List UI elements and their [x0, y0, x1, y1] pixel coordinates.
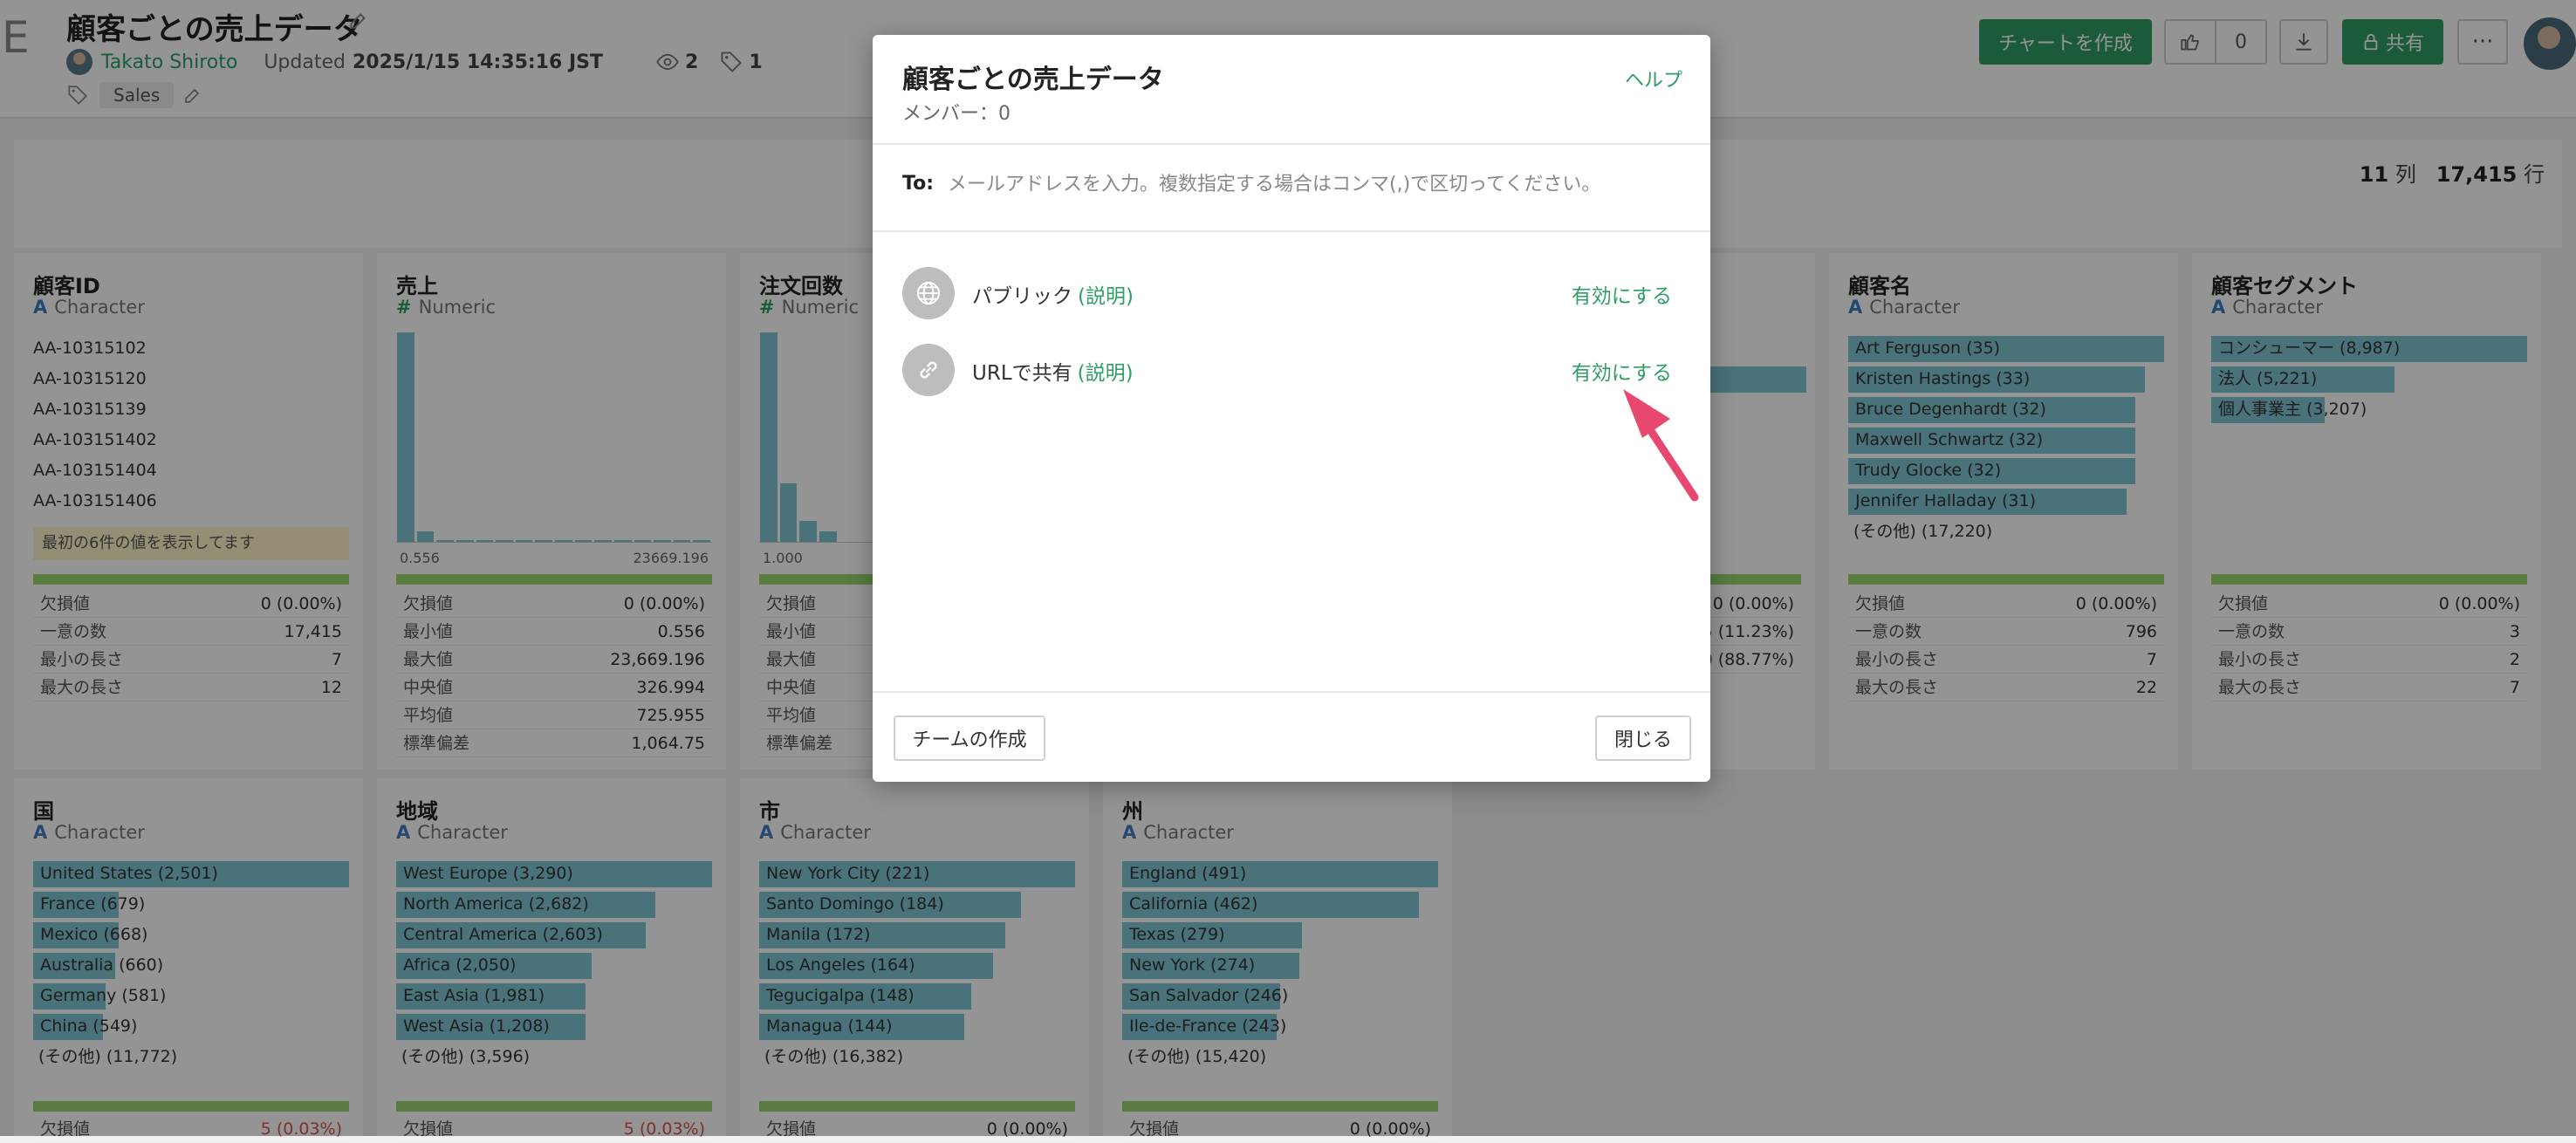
annotation-arrow-icon [1623, 389, 1699, 502]
url-explain-link[interactable]: (説明) [1078, 362, 1134, 385]
globe-icon [902, 267, 955, 319]
public-label: パブリック (説明) [972, 285, 1134, 308]
divider [873, 691, 1710, 693]
url-enable-link[interactable]: 有効にする [1572, 356, 1672, 386]
public-explain-link[interactable]: (説明) [1078, 285, 1134, 308]
url-share-option: URLで共有 (説明) 有効にする [902, 344, 1681, 396]
divider [873, 143, 1710, 145]
dialog-title: 顧客ごとの売上データ [902, 65, 1164, 95]
to-label: To: [902, 173, 934, 195]
help-link[interactable]: ヘルプ [1625, 65, 1682, 92]
email-input[interactable] [946, 164, 1679, 204]
create-team-button[interactable]: チームの作成 [894, 715, 1045, 761]
close-button[interactable]: 閉じる [1595, 715, 1691, 761]
member-count: メンバー：0 [902, 103, 1011, 125]
url-share-label: URLで共有 (説明) [972, 362, 1134, 385]
link-icon [902, 344, 955, 396]
public-option: パブリック (説明) 有効にする [902, 267, 1681, 319]
divider [873, 230, 1710, 232]
share-dialog: 顧客ごとの売上データ メンバー：0 ヘルプ To: パブリック(説明) 有効にす… [873, 35, 1710, 782]
public-enable-link[interactable]: 有効にする [1572, 279, 1672, 309]
